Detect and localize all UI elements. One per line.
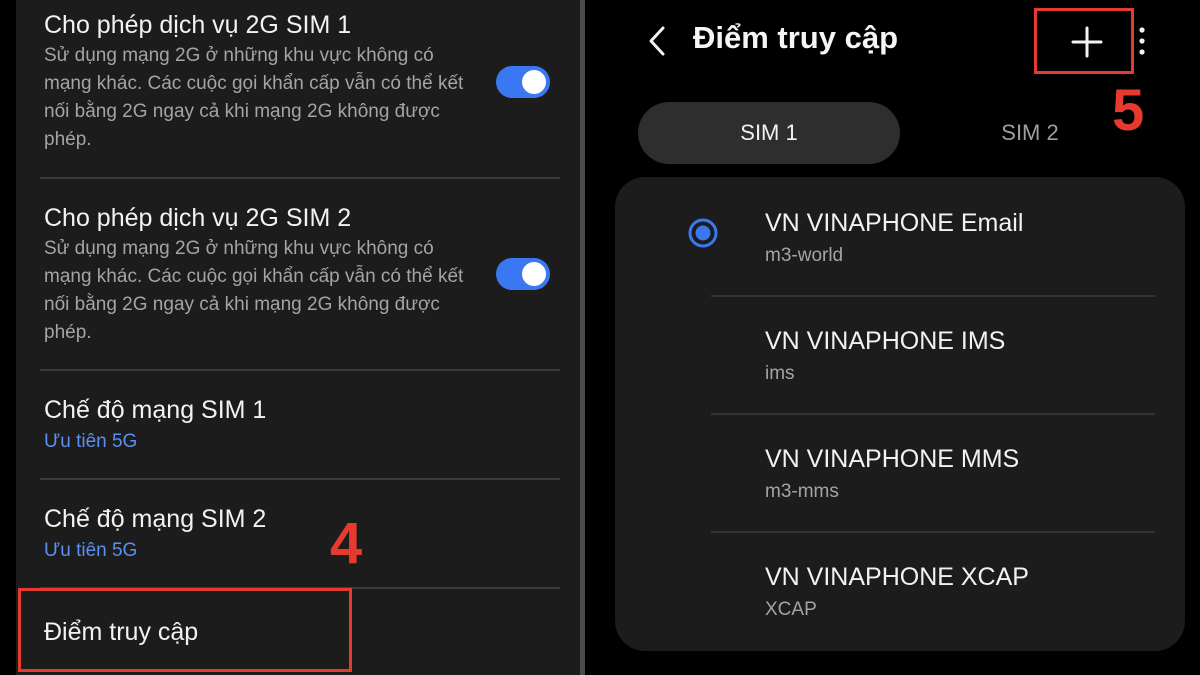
apn-name: VN VINAPHONE XCAP (765, 563, 1029, 591)
network-mode-sim1-setting[interactable]: Chế độ mạng SIM 1 Ưu tiên 5G (44, 395, 544, 455)
network-settings-panel: Cho phép dịch vụ 2G SIM 1 Sử dụng mạng 2… (16, 0, 580, 675)
apn-value: m3-world (765, 245, 844, 266)
apn-item-ims[interactable]: VN VINAPHONE IMS ims (615, 297, 1185, 413)
access-points-panel: Điểm truy cập 5 SIM 1 SIM 2 VN VINAPHONE… (585, 0, 1200, 675)
divider (40, 177, 560, 179)
step-4-label: 4 (330, 511, 363, 576)
allow-2g-sim1-toggle[interactable] (496, 66, 550, 98)
apn-item-xcap[interactable]: VN VINAPHONE XCAP XCAP (615, 533, 1185, 649)
apn-name: VN VINAPHONE Email (765, 209, 1024, 237)
toggle-knob (522, 262, 546, 286)
back-icon[interactable] (643, 24, 673, 58)
setting-title: Chế độ mạng SIM 1 (44, 396, 267, 424)
tab-sim2[interactable]: SIM 2 (940, 102, 1120, 164)
setting-description: Sử dụng mạng 2G ở những khu vực không có… (44, 238, 464, 343)
divider (40, 369, 560, 371)
apn-item-mms[interactable]: VN VINAPHONE MMS m3-mms (615, 415, 1185, 531)
apn-name: VN VINAPHONE MMS (765, 445, 1020, 473)
radio-selected-icon[interactable] (687, 217, 719, 249)
divider (40, 478, 560, 480)
allow-2g-sim2-setting[interactable]: Cho phép dịch vụ 2G SIM 2 Sử dụng mạng 2… (44, 203, 544, 347)
tab-sim1[interactable]: SIM 1 (638, 102, 900, 164)
toggle-knob (522, 70, 546, 94)
step-5-highlight-box (1034, 8, 1134, 74)
apn-value: m3-mms (765, 481, 839, 502)
network-mode-sim2-setting[interactable]: Chế độ mạng SIM 2 Ưu tiên 5G (44, 504, 544, 564)
apn-value: XCAP (765, 599, 817, 620)
allow-2g-sim1-setting[interactable]: Cho phép dịch vụ 2G SIM 1 Sử dụng mạng 2… (44, 10, 544, 154)
setting-title: Chế độ mạng SIM 2 (44, 505, 267, 533)
allow-2g-sim2-toggle[interactable] (496, 258, 550, 290)
setting-value: Ưu tiên 5G (44, 431, 138, 452)
apn-name: VN VINAPHONE IMS (765, 327, 1006, 355)
setting-title: Cho phép dịch vụ 2G SIM 2 (44, 204, 352, 232)
access-point-list: VN VINAPHONE Email m3-world VN VINAPHONE… (615, 177, 1185, 651)
setting-value: Ưu tiên 5G (44, 540, 138, 561)
apn-item-email[interactable]: VN VINAPHONE Email m3-world (615, 177, 1185, 295)
setting-description: Sử dụng mạng 2G ở những khu vực không có… (44, 45, 464, 150)
apn-value: ims (765, 363, 795, 384)
step-4-highlight-box (18, 588, 352, 672)
setting-title: Cho phép dịch vụ 2G SIM 1 (44, 11, 352, 39)
more-vertical-icon[interactable] (1135, 26, 1149, 56)
page-title: Điểm truy cập (693, 20, 899, 55)
